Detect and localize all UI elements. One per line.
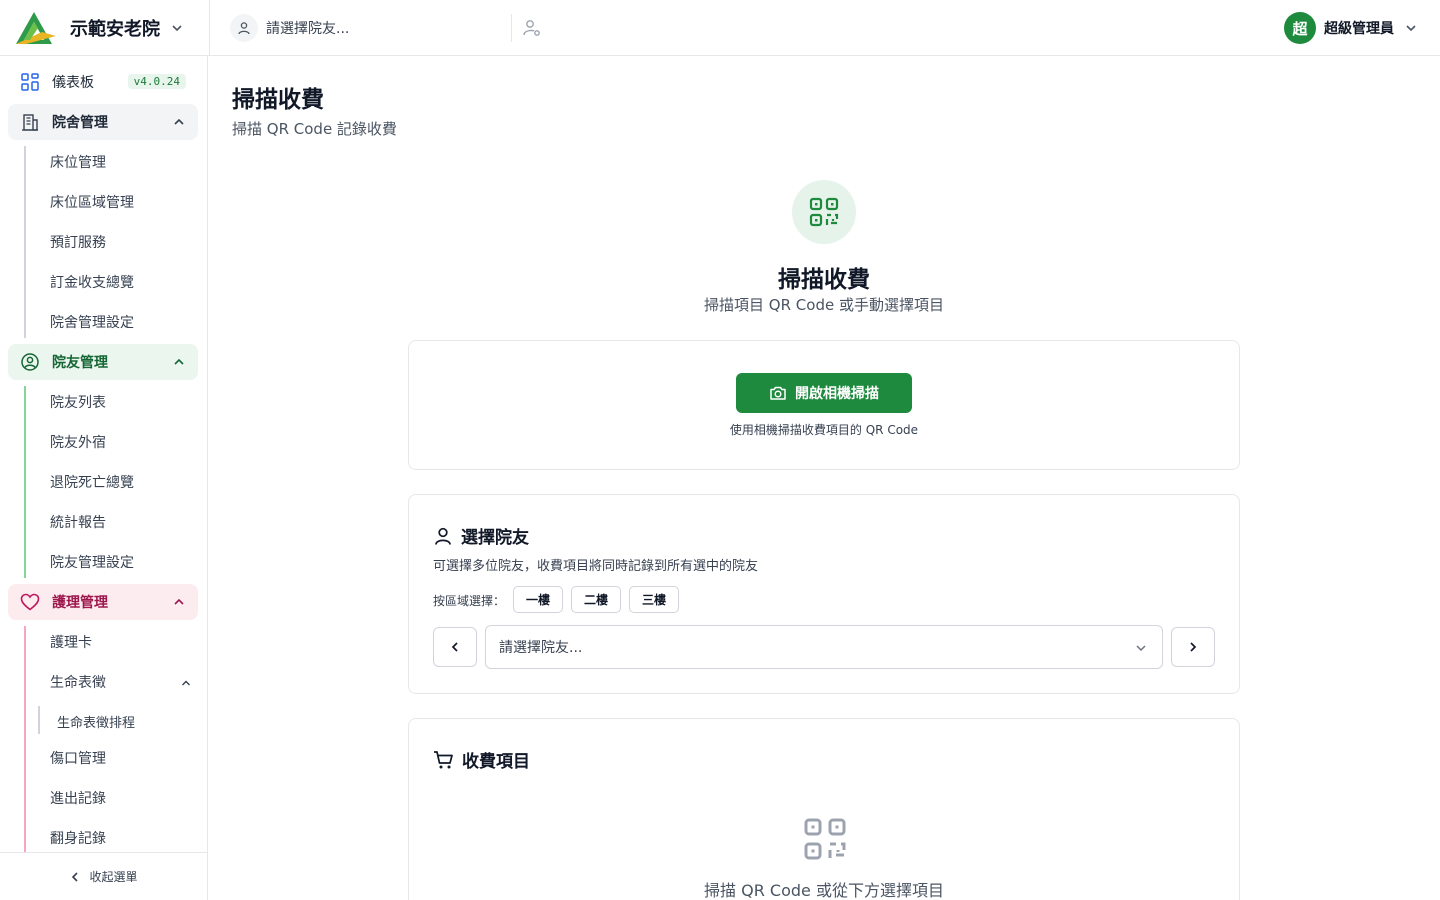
avatar: 超 — [1284, 12, 1316, 44]
area-chip-2f[interactable]: 二樓 — [571, 586, 621, 613]
chevron-down-icon — [1136, 645, 1146, 652]
chevron-up-icon — [174, 358, 184, 365]
qr-code-icon — [804, 818, 846, 860]
page-subtitle: 掃描 QR Code 記錄收費 — [232, 120, 397, 138]
collapse-menu-button[interactable]: 收起選單 — [0, 852, 207, 900]
sidebar-item-care-card[interactable]: 護理卡 — [50, 632, 92, 652]
chevron-down-icon — [172, 24, 182, 31]
submenu-line — [24, 146, 26, 338]
chevron-up-icon — [174, 118, 184, 125]
submenu-line — [24, 626, 26, 852]
submenu-line — [24, 386, 26, 578]
building-icon — [20, 112, 40, 132]
sidebar-item-booking[interactable]: 預訂服務 — [50, 232, 106, 252]
section-description: 可選擇多位院友，收費項目將同時記錄到所有選中的院友 — [433, 559, 759, 574]
submenu-line — [38, 706, 40, 734]
chevron-down-icon — [1406, 25, 1416, 32]
hero-subtitle: 掃描項目 QR Code 或手動選擇項目 — [704, 296, 944, 314]
sidebar-item-deposit-overview[interactable]: 訂金收支總覽 — [50, 272, 134, 292]
sidebar-item-resident-settings[interactable]: 院友管理設定 — [50, 552, 134, 572]
charge-items-card: 收費項目 掃描 QR Code 或從下方選擇項目 — [408, 718, 1240, 900]
open-camera-label: 開啟相機掃描 — [795, 385, 879, 401]
next-resident-button[interactable] — [1171, 627, 1215, 667]
select-resident-card: 選擇院友 可選擇多位院友，收費項目將同時記錄到所有選中的院友 按區域選擇： 一樓… — [408, 494, 1240, 694]
charge-items-empty-text: 掃描 QR Code 或從下方選擇項目 — [704, 881, 944, 900]
sidebar-item-in-out-records[interactable]: 進出記錄 — [50, 788, 106, 808]
shopping-cart-icon — [434, 750, 453, 768]
logo-icon — [16, 11, 56, 44]
dashboard-icon — [20, 72, 40, 92]
previous-resident-button[interactable] — [433, 627, 477, 667]
sidebar-item-label: 儀表板 — [52, 75, 94, 91]
resident-quick-picker[interactable]: 請選擇院友... — [230, 14, 512, 42]
chevron-up-icon — [174, 598, 184, 605]
sidebar-item-beds[interactable]: 床位管理 — [50, 152, 106, 172]
sidebar-item-vital-signs[interactable]: 生命表徵 — [50, 672, 106, 692]
collapse-menu-label: 收起選單 — [89, 870, 138, 884]
sidebar-group-nursing[interactable]: 護理管理 — [8, 584, 198, 620]
top-bar: 示範安老院 請選擇院友... 超 超級管理員 — [0, 0, 1440, 56]
chevron-right-icon — [1190, 642, 1197, 652]
sidebar-item-label: 院舍管理 — [52, 115, 108, 131]
sidebar-item-turning-records[interactable]: 翻身記錄 — [50, 828, 106, 848]
main-content: 掃描收費 掃描 QR Code 記錄收費 掃描收費 掃描項目 QR Code 或… — [208, 56, 1440, 900]
sidebar-item-vital-schedule[interactable]: 生命表徵排程 — [57, 712, 135, 731]
sidebar-group-facility[interactable]: 院舍管理 — [8, 104, 198, 140]
section-title: 選擇院友 — [461, 528, 529, 548]
sidebar-item-dashboard[interactable]: 儀表板 v4.0.24 — [8, 64, 198, 100]
resident-select-placeholder: 請選擇院友... — [499, 640, 583, 656]
user-circle-icon — [20, 352, 40, 372]
open-camera-button[interactable]: 開啟相機掃描 — [736, 373, 912, 413]
section-header: 收費項目 — [433, 747, 530, 772]
camera-scan-card: 開啟相機掃描 使用相機掃描收費項目的 QR Code — [408, 340, 1240, 470]
qr-code-icon — [792, 180, 856, 244]
sidebar-item-label: 護理管理 — [52, 595, 108, 611]
user-icon — [435, 527, 451, 545]
sidebar: 儀表板 v4.0.24 院舍管理 床位管理 床位區域管理 預訂服務 訂金收支總覽… — [0, 56, 208, 900]
user-name: 超級管理員 — [1324, 21, 1394, 37]
sidebar-item-facility-settings[interactable]: 院舍管理設定 — [50, 312, 134, 332]
chevron-left-icon — [72, 871, 79, 882]
area-chip-3f[interactable]: 三樓 — [629, 586, 679, 613]
org-name: 示範安老院 — [70, 18, 160, 40]
user-settings-icon[interactable] — [522, 18, 542, 38]
sidebar-item-label: 院友管理 — [52, 355, 108, 371]
section-header: 選擇院友 — [433, 523, 529, 548]
sidebar-group-residents[interactable]: 院友管理 — [8, 344, 198, 380]
chevron-left-icon — [451, 642, 458, 652]
chevron-up-icon[interactable] — [180, 677, 192, 689]
resident-picker-placeholder: 請選擇院友... — [266, 21, 350, 37]
heart-icon — [20, 592, 40, 612]
sidebar-item-discharge-overview[interactable]: 退院死亡總覽 — [50, 472, 134, 492]
user-icon — [230, 14, 258, 42]
sidebar-item-wound-management[interactable]: 傷口管理 — [50, 748, 106, 768]
sidebar-item-resident-list[interactable]: 院友列表 — [50, 392, 106, 412]
camera-hint: 使用相機掃描收費項目的 QR Code — [729, 423, 919, 437]
org-switcher[interactable]: 示範安老院 — [0, 0, 210, 56]
page-title: 掃描收費 — [232, 87, 324, 113]
hero-title: 掃描收費 — [778, 267, 870, 293]
user-menu[interactable]: 超 超級管理員 — [1284, 12, 1418, 44]
version-badge: v4.0.24 — [127, 74, 186, 89]
area-chip-1f[interactable]: 一樓 — [513, 586, 563, 613]
resident-select[interactable]: 請選擇院友... — [485, 625, 1163, 669]
section-title: 收費項目 — [462, 752, 530, 772]
sidebar-item-bed-areas[interactable]: 床位區域管理 — [50, 192, 134, 212]
sidebar-item-resident-leave[interactable]: 院友外宿 — [50, 432, 106, 452]
camera-icon — [770, 386, 786, 400]
area-filter-label: 按區域選擇： — [433, 594, 506, 608]
sidebar-item-stat-report[interactable]: 統計報告 — [50, 512, 106, 532]
